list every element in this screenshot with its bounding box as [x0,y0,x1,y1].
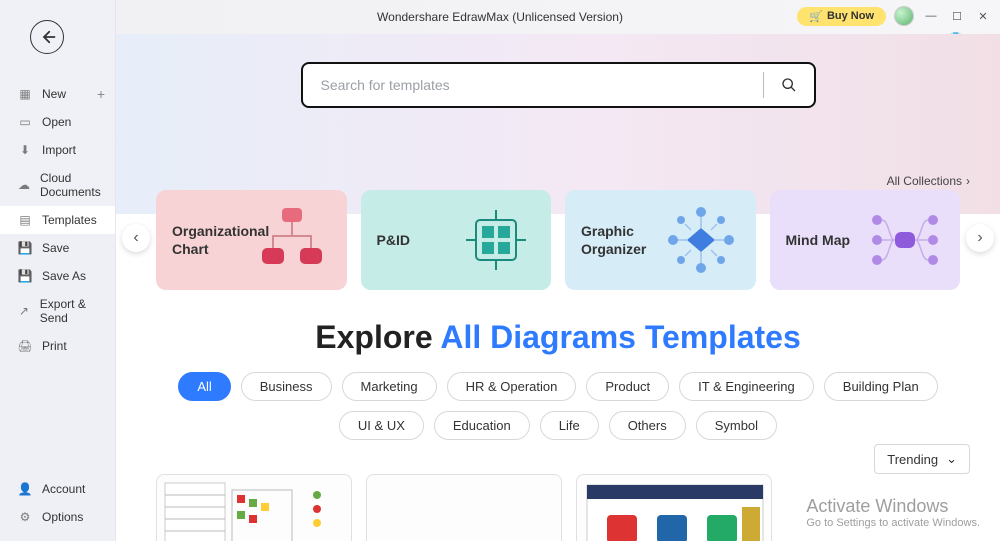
org-chart-icon [249,190,335,290]
chip-it[interactable]: IT & Engineering [679,372,814,401]
sidebar-item-save-as[interactable]: 💾 Save As [0,262,115,290]
sidebar-nav: ▦ New + ▭ Open ⬇ Import ☁ Cloud Document… [0,80,115,360]
template-carousel: ‹ › Organizational Chart P&ID Graphic Or… [116,190,1000,290]
avatar[interactable] [894,6,914,26]
chip-hr[interactable]: HR & Operation [447,372,577,401]
search-bar [301,62,816,108]
sidebar-item-label: Open [42,115,71,129]
pid-icon [453,190,539,290]
sidebar-item-label: Import [42,143,76,157]
cloud-icon: ☁ [18,178,30,192]
titlebar: Wondershare EdrawMax (Unlicensed Version… [0,0,1000,34]
cart-icon: 🛒 [809,10,823,23]
sidebar-item-cloud[interactable]: ☁ Cloud Documents [0,164,115,206]
sidebar-item-label: Save [42,241,69,255]
explore-prefix: Explore [315,319,440,355]
category-chips: All Business Marketing HR & Operation Pr… [166,372,950,440]
search-button[interactable] [764,77,814,93]
save-as-icon: 💾 [18,269,32,283]
chip-symbol[interactable]: Symbol [696,411,777,440]
watermark-line1: Activate Windows [806,496,980,517]
app-title: Wondershare EdrawMax (Unlicensed Version… [377,10,623,24]
gear-icon: ⚙ [18,510,32,524]
sort-dropdown[interactable]: Trending ⌄ [874,444,970,474]
chip-education[interactable]: Education [434,411,530,440]
explore-highlight: All Diagrams Templates [440,319,800,355]
export-icon: ↗ [18,304,30,318]
print-icon: 🖨 [18,339,32,353]
card-graphic-organizer[interactable]: Graphic Organizer [565,190,756,290]
sidebar-item-label: Save As [42,269,86,283]
sidebar-item-label: New [42,87,66,101]
chip-marketing[interactable]: Marketing [342,372,437,401]
card-label: Graphic Organizer [581,222,661,258]
chip-uiux[interactable]: UI & UX [339,411,424,440]
chevron-down-icon: ⌄ [946,451,957,467]
all-collections-label: All Collections [887,174,962,188]
buy-now-button[interactable]: 🛒 Buy Now [797,7,886,26]
main: All Collections › ‹ › Organizational Cha… [116,34,1000,541]
graphic-organizer-icon [658,190,744,290]
chip-others[interactable]: Others [609,411,686,440]
all-collections-link[interactable]: All Collections › [887,174,970,188]
mind-map-icon [862,190,948,290]
card-pid[interactable]: P&ID [361,190,552,290]
save-icon: 💾 [18,241,32,255]
sidebar-item-export[interactable]: ↗ Export & Send [0,290,115,332]
template-thumb[interactable] [156,474,352,541]
explore-heading: Explore All Diagrams Templates [116,319,1000,356]
sidebar-item-print[interactable]: 🖨 Print [0,332,115,360]
chip-business[interactable]: Business [241,372,332,401]
windows-watermark: Activate Windows Go to Settings to activ… [806,496,980,529]
template-icon: ▤ [18,213,32,227]
search-input[interactable] [303,77,763,93]
watermark-line2: Go to Settings to activate Windows. [806,517,980,529]
carousel-next-button[interactable]: › [966,224,994,252]
import-icon: ⬇ [18,143,32,157]
sidebar-item-label: Options [42,510,83,524]
back-button[interactable] [30,20,64,54]
sidebar-item-save[interactable]: 💾 Save [0,234,115,262]
card-label: Mind Map [786,232,851,248]
chip-all[interactable]: All [178,372,230,401]
card-mind-map[interactable]: Mind Map [770,190,961,290]
chip-building[interactable]: Building Plan [824,372,938,401]
folder-icon: ▭ [18,115,32,129]
sidebar-item-account[interactable]: 👤 Account [0,475,115,503]
card-label: P&ID [377,232,410,248]
buy-now-label: Buy Now [827,10,874,22]
sidebar-item-label: Export & Send [40,297,105,325]
hero [116,34,1000,214]
chevron-right-icon: › [966,174,970,188]
sidebar-item-open[interactable]: ▭ Open [0,108,115,136]
minimize-button[interactable]: ― [922,7,940,25]
person-icon: 👤 [18,482,32,496]
sidebar-item-label: Templates [42,213,97,227]
template-thumb[interactable] [576,474,772,541]
close-button[interactable]: ✕ [974,7,992,25]
sidebar-item-label: Account [42,482,85,496]
chip-life[interactable]: Life [540,411,599,440]
sidebar-item-import[interactable]: ⬇ Import [0,136,115,164]
sidebar-item-label: Print [42,339,67,353]
sidebar-item-templates[interactable]: ▤ Templates [0,206,115,234]
sidebar: ▦ New + ▭ Open ⬇ Import ☁ Cloud Document… [0,0,116,541]
plus-icon[interactable]: + [97,86,105,102]
card-organizational-chart[interactable]: Organizational Chart [156,190,347,290]
template-thumb[interactable] [366,474,562,541]
sidebar-item-options[interactable]: ⚙ Options [0,503,115,531]
sidebar-item-label: Cloud Documents [40,171,105,199]
sort-label: Trending [887,452,938,467]
carousel-prev-button[interactable]: ‹ [122,224,150,252]
maximize-button[interactable]: ☐ [948,7,966,25]
sidebar-item-new[interactable]: ▦ New + [0,80,115,108]
plus-square-icon: ▦ [18,87,32,101]
chip-product[interactable]: Product [586,372,669,401]
